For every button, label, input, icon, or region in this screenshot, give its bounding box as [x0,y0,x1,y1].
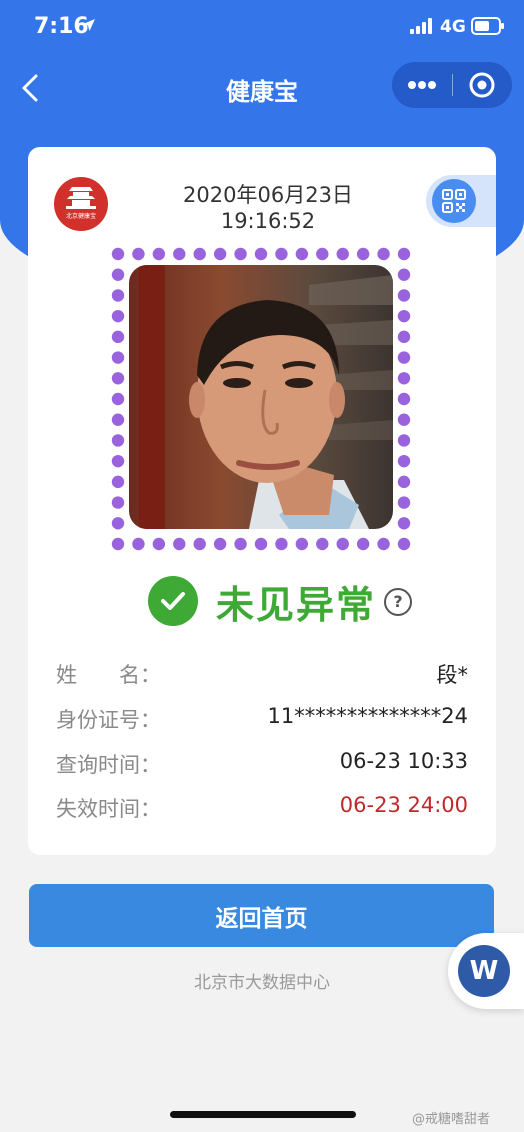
frame-dot [234,247,247,261]
frame-dot [356,537,370,551]
location-arrow-icon [83,19,95,31]
expire-time-value: 06-23 24:00 [339,793,468,817]
frame-dot [397,537,411,551]
frame-dot [356,247,370,261]
frame-dot [132,247,145,261]
id-value: 11**************24 [267,704,468,728]
frame-dot [213,537,227,551]
network-type: 4G [440,17,466,37]
home-indicator [170,1111,356,1118]
info-row-name: 姓 名： 段* [56,659,468,691]
info-row-expire-time: 失效时间： 06-23 24:00 [56,793,468,825]
frame-dot [295,247,309,261]
qr-code-tab[interactable] [426,175,496,227]
frame-dot [397,247,411,261]
query-time-value: 06-23 10:33 [339,749,468,773]
check-icon [161,592,185,610]
name-label: 姓 名： [56,663,161,687]
close-target-icon [469,72,495,98]
frame-dot [111,289,125,302]
frame-dot [254,537,268,551]
query-time-label: 查询时间： [56,753,161,777]
name-value: 段* [436,663,469,687]
frame-dot [316,537,329,551]
frame-dot [193,537,206,551]
frame-dot [111,413,125,426]
frame-dot [152,537,166,551]
frame-dot [397,496,411,509]
frame-dot [111,454,125,468]
frame-dot [111,309,125,323]
signal-icon [410,18,432,34]
mini-program-capsule [392,62,512,108]
help-icon[interactable]: ? [384,588,412,616]
user-photo [129,265,393,529]
frame-dot [132,537,145,551]
frame-dot [397,372,411,385]
frame-dot [336,247,349,261]
frame-dot [213,247,227,261]
portrait-image [129,265,393,529]
frame-dot [152,247,166,261]
frame-dot [173,247,186,261]
qr-code-icon [442,189,466,213]
frame-dot [295,537,309,551]
frame-dot [397,330,411,344]
frame-dot [397,289,411,302]
more-button[interactable] [392,62,452,108]
frame-dot [254,247,268,261]
info-row-id: 身份证号： 11**************24 [56,704,468,736]
frame-dot [397,517,411,530]
frame-dot [316,247,329,261]
frame-dot [397,454,411,468]
frame-dot [111,351,125,364]
status-time: 7:16 [34,14,89,39]
id-label: 身份证号： [56,708,161,732]
frame-dot [173,537,186,551]
frame-dot [275,247,288,261]
frame-dot [111,372,125,385]
frame-dot [111,434,125,447]
floating-button[interactable]: W [448,933,524,1009]
health-status: 未见异常 ? [148,572,428,628]
frame-dot [397,392,411,406]
health-card: 北京健康宝 2020年06月23日 19:16:52 未见异常 ? 姓 名： 段… [28,147,496,855]
frame-dot [336,537,349,551]
frame-dot [111,247,125,261]
frame-dot [397,268,411,281]
floating-w-icon: W [458,945,510,997]
frame-dot [111,496,125,509]
status-text: 未见异常 [216,583,377,627]
frame-dot [111,268,125,281]
frame-dot [397,351,411,364]
frame-dot [111,537,125,551]
qr-code-button[interactable] [432,179,476,223]
frame-dot [397,309,411,323]
info-row-query-time: 查询时间： 06-23 10:33 [56,749,468,781]
frame-dot [193,247,206,261]
status-check-badge [148,576,198,626]
frame-dot [397,475,411,489]
watermark: @戒糖嗜甜者 [412,1112,491,1127]
expire-time-label: 失效时间： [56,797,161,821]
frame-dot [397,413,411,426]
frame-dot [111,517,125,530]
frame-dot [397,434,411,447]
close-button[interactable] [452,62,512,108]
more-dots-icon [408,81,436,89]
frame-dot [234,537,247,551]
frame-dot [111,475,125,489]
frame-dot [377,247,390,261]
frame-dot [111,330,125,344]
status-photo-frame [108,244,414,554]
frame-dot [377,537,390,551]
status-bar: 7:16 4G [0,0,524,56]
frame-dot [275,537,288,551]
frame-dot [111,392,125,406]
battery-icon [471,17,504,35]
query-time: 19:16:52 [220,209,316,233]
return-home-button[interactable]: 返回首页 [29,884,494,947]
footer-text: 北京市大数据中心 [194,973,330,993]
